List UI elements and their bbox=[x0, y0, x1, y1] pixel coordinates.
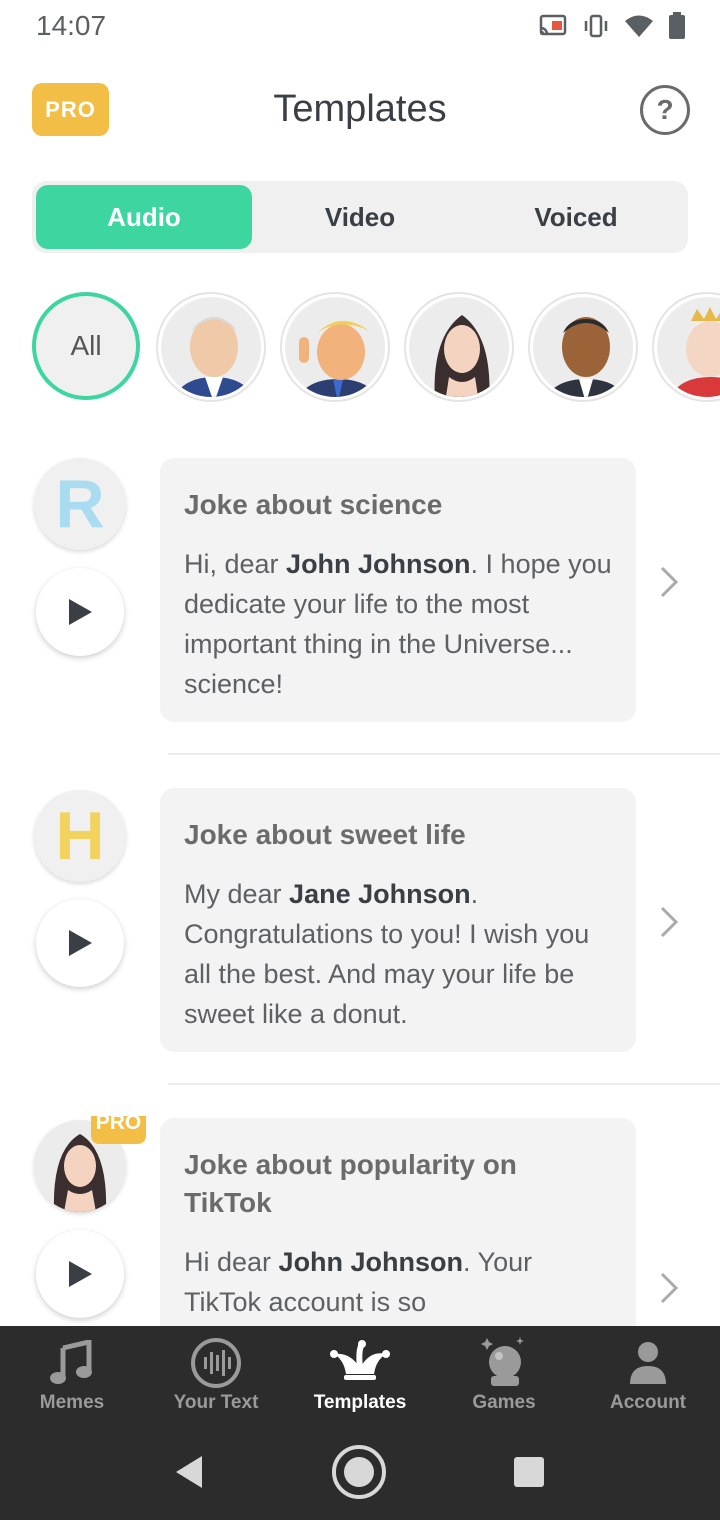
filter-all[interactable]: All bbox=[32, 292, 140, 400]
cast-icon bbox=[538, 14, 568, 43]
template-text: My dear Jane Johnson. Congratulations to… bbox=[184, 879, 590, 1029]
header: PRO Templates ? bbox=[0, 70, 720, 156]
template-card[interactable]: Joke about science Hi, dear John Johnson… bbox=[160, 458, 636, 722]
segment-audio[interactable]: Audio bbox=[36, 185, 252, 249]
pro-badge: PRO bbox=[91, 1116, 146, 1144]
character-avatar[interactable] bbox=[654, 294, 720, 400]
tab-templates[interactable]: Templates bbox=[288, 1326, 432, 1432]
character-avatar[interactable] bbox=[282, 294, 388, 400]
play-button[interactable] bbox=[36, 1230, 124, 1318]
letter-avatar: R bbox=[34, 458, 126, 550]
recipient-name: Jane Johnson bbox=[289, 879, 471, 909]
play-button[interactable] bbox=[36, 899, 124, 987]
home-icon[interactable] bbox=[331, 1444, 387, 1505]
wifi-icon bbox=[624, 14, 654, 43]
letter-avatar: H bbox=[34, 790, 126, 882]
woman-portrait-icon bbox=[409, 297, 509, 397]
character-avatar[interactable] bbox=[158, 294, 264, 400]
template-card[interactable]: Joke about popularity on TikTok Hi dear … bbox=[160, 1118, 636, 1326]
tab-games[interactable]: Games bbox=[432, 1326, 576, 1432]
segment-voiced[interactable]: Voiced bbox=[468, 185, 684, 249]
template-title: Joke about sweet life bbox=[184, 819, 466, 850]
play-icon bbox=[69, 599, 92, 625]
man-portrait-icon bbox=[533, 297, 633, 397]
battery-icon bbox=[668, 12, 686, 45]
character-avatar[interactable] bbox=[406, 294, 512, 400]
status-time: 14:07 bbox=[36, 10, 107, 41]
chevron-right-icon[interactable] bbox=[658, 904, 680, 949]
letter-avatar-text: H bbox=[55, 798, 105, 874]
play-button[interactable] bbox=[36, 568, 124, 656]
letter-avatar-text: R bbox=[55, 466, 105, 542]
queen-portrait-icon bbox=[657, 297, 720, 397]
chevron-right-icon[interactable] bbox=[658, 1270, 680, 1315]
template-card[interactable]: Joke about sweet life My dear Jane Johns… bbox=[160, 788, 636, 1052]
tab-label: Templates bbox=[313, 1392, 407, 1413]
play-icon bbox=[69, 930, 92, 956]
character-avatar[interactable] bbox=[530, 294, 636, 400]
system-nav-bar bbox=[0, 1432, 720, 1520]
segment-video[interactable]: Video bbox=[252, 185, 468, 249]
template-text: Hi, dear John Johnson. I hope you dedica… bbox=[184, 549, 612, 699]
tab-memes[interactable]: Memes bbox=[0, 1326, 144, 1432]
recents-icon[interactable] bbox=[513, 1456, 545, 1493]
jester-hat-icon bbox=[328, 1334, 392, 1392]
tab-label: Memes bbox=[39, 1392, 105, 1413]
divider bbox=[168, 753, 720, 755]
person-icon bbox=[628, 1334, 668, 1392]
audio-wave-icon bbox=[190, 1334, 242, 1392]
template-item: PRO Joke about popularity on TikTok Hi d… bbox=[0, 1116, 720, 1326]
status-icons bbox=[538, 12, 686, 45]
tab-label: Account bbox=[610, 1392, 686, 1413]
play-icon bbox=[69, 1261, 92, 1287]
tab-your-text[interactable]: Your Text bbox=[144, 1326, 288, 1432]
divider bbox=[168, 1083, 720, 1085]
bottom-tab-bar: Memes Your Text Templates Games Account bbox=[0, 1326, 720, 1432]
vibrate-icon bbox=[582, 14, 610, 43]
crystal-ball-icon bbox=[479, 1334, 529, 1392]
chevron-right-icon[interactable] bbox=[658, 564, 680, 609]
status-bar: 14:07 bbox=[0, 0, 720, 56]
recipient-name: John Johnson bbox=[286, 549, 471, 579]
tab-label: Games bbox=[472, 1392, 536, 1413]
page-title: Templates bbox=[273, 88, 447, 130]
template-title: Joke about popularity on TikTok bbox=[184, 1149, 517, 1218]
template-text: Hi dear John Johnson. Your TikTok accoun… bbox=[184, 1247, 533, 1317]
template-title: Joke about science bbox=[184, 489, 443, 520]
help-button[interactable]: ? bbox=[640, 85, 690, 135]
recipient-name: John Johnson bbox=[278, 1247, 464, 1277]
man-portrait-icon bbox=[285, 297, 385, 397]
man-portrait-icon bbox=[161, 297, 261, 397]
music-note-icon bbox=[49, 1334, 95, 1392]
media-type-selector: Audio Video Voiced bbox=[32, 181, 688, 253]
back-icon[interactable] bbox=[172, 1454, 206, 1495]
tab-label: Your Text bbox=[173, 1392, 259, 1413]
character-filter-row: All bbox=[0, 292, 720, 404]
tab-account[interactable]: Account bbox=[576, 1326, 720, 1432]
